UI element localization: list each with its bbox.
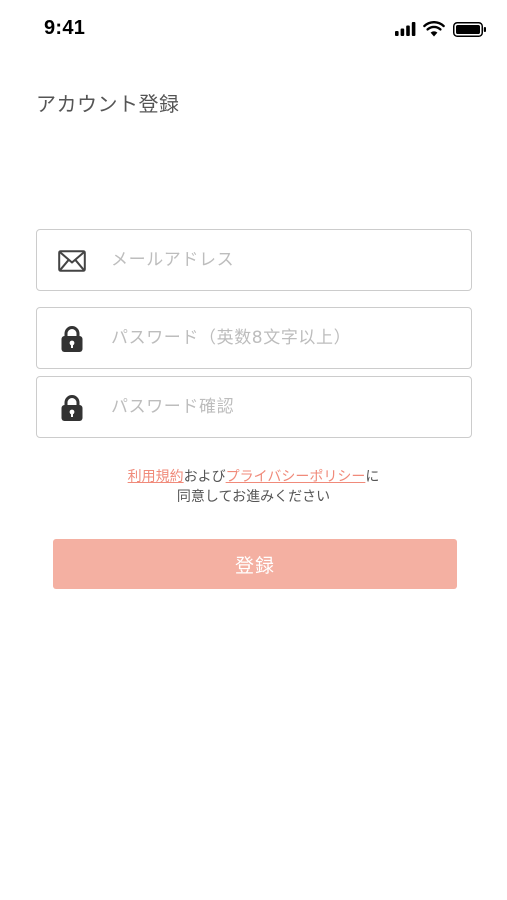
password-field[interactable] <box>36 307 472 369</box>
status-time: 9:41 <box>44 17 86 39</box>
terms-notice: 利用規約およびプライバシーポリシーに 同意してお進みください <box>0 467 507 507</box>
email-input[interactable] <box>111 230 461 290</box>
password-confirm-input[interactable] <box>111 377 461 437</box>
signal-icon <box>395 22 416 36</box>
signup-screen: 9:41 アカウント登録 メールアドレス 利用規約およびプライバシーポリシーに … <box>0 0 507 900</box>
terms-line-2: 同意してお進みください <box>176 489 331 505</box>
register-button[interactable]: 登録 <box>53 539 457 589</box>
terms-connector: および <box>183 469 226 485</box>
page-title: アカウント登録 <box>36 92 180 116</box>
terms-line-1: 利用規約およびプライバシーポリシーに <box>0 467 507 487</box>
email-field[interactable] <box>36 229 472 291</box>
password-confirm-field[interactable] <box>36 376 472 438</box>
terms-of-service-link[interactable]: 利用規約 <box>128 469 184 485</box>
wifi-icon <box>423 21 445 37</box>
status-bar: 9:41 <box>0 0 507 58</box>
envelope-icon <box>57 247 87 275</box>
lock-icon <box>57 394 87 422</box>
password-input[interactable] <box>111 308 461 368</box>
lock-icon <box>57 325 87 353</box>
privacy-policy-link[interactable]: プライバシーポリシー <box>226 469 366 485</box>
terms-suffix: に <box>365 469 380 485</box>
battery-icon <box>453 22 486 37</box>
